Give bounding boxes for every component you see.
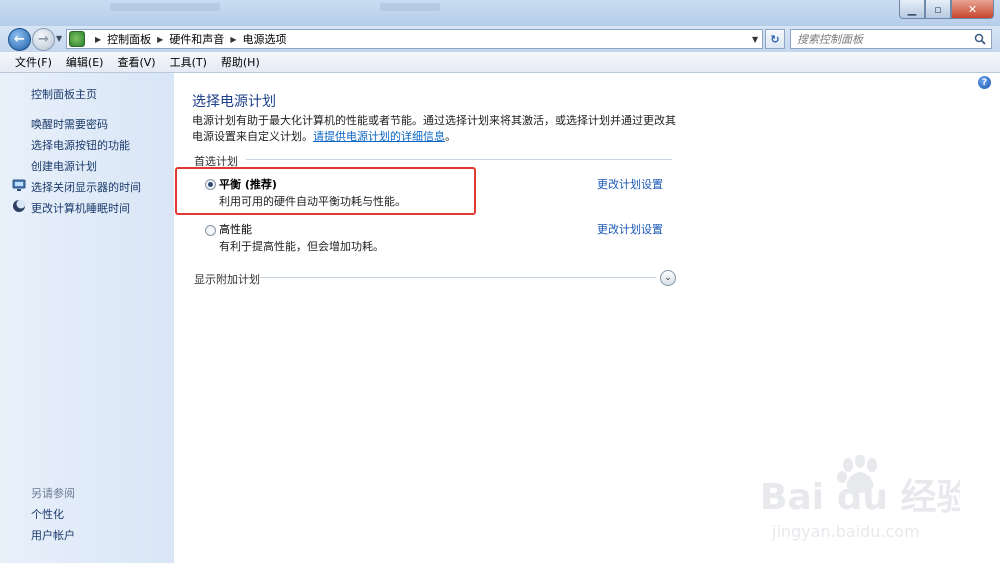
refresh-icon: ↻ [770,32,780,46]
search-icon[interactable] [974,33,986,45]
menu-view[interactable]: 查看(V) [110,54,162,70]
expand-additional-plans-button[interactable]: ⌄ [660,270,676,286]
menu-tools[interactable]: 工具(T) [163,54,214,70]
description-end: 。 [445,130,456,143]
sidebar-display-off[interactable]: 选择关闭显示器的时间 [31,179,141,195]
menu-file[interactable]: 文件(F) [8,54,59,70]
see-also-heading: 另请参阅 [31,487,75,500]
page-description: 电源计划有助于最大化计算机的性能或者节能。通过选择计划来将其激活，或选择计划并通… [192,113,682,145]
plan-high-performance-radio[interactable] [205,225,216,236]
forward-arrow-icon: → [38,32,49,47]
breadcrumb-hardware-sound[interactable]: 硬件和声音 [169,31,224,47]
menu-help[interactable]: 帮助(H) [214,54,267,70]
plan-high-performance-change-settings[interactable]: 更改计划设置 [597,221,663,237]
plan-details-link[interactable]: 请提供电源计划的详细信息 [313,130,445,143]
plan-balanced-change-settings[interactable]: 更改计划设置 [597,176,663,192]
title-bar: ▁ ▫ ✕ [0,0,1000,26]
forward-button[interactable]: → [32,28,55,51]
task-pane: 控制面板主页 唤醒时需要密码 选择电源按钮的功能 创建电源计划 选择关闭显示器的… [0,73,174,563]
refresh-button[interactable]: ↻ [765,29,785,49]
highlight-annotation [175,167,476,215]
address-row: ← → ▼ ▶ 控制面板 ▶ 硬件和声音 ▶ 电源选项 ▼ ↻ [0,26,1000,52]
help-icon[interactable]: ? [978,76,991,89]
breadcrumb-separator[interactable]: ▶ [95,35,101,44]
control-panel-icon [69,31,85,47]
moon-sleep-icon [13,199,26,212]
plan-high-performance-name[interactable]: 高性能 [219,221,252,237]
sidebar-create-plan[interactable]: 创建电源计划 [31,158,97,174]
breadcrumb-power-options[interactable]: 电源选项 [242,31,286,47]
breadcrumb-control-panel[interactable]: 控制面板 [107,31,151,47]
baidu-watermark-logo: Bai du 经验 jingyan.baidu.com [760,455,960,541]
recent-pages-dropdown[interactable]: ▼ [56,34,62,43]
chevron-down-icon: ⌄ [664,273,672,283]
watermark-url: jingyan.baidu.com [771,522,920,541]
monitor-icon [12,179,26,191]
sidebar-power-button[interactable]: 选择电源按钮的功能 [31,137,130,153]
background-ghost [110,3,220,11]
group-divider [260,277,656,278]
address-bar[interactable]: ▶ 控制面板 ▶ 硬件和声音 ▶ 电源选项 [66,29,763,49]
page-title: 选择电源计划 [192,94,276,110]
breadcrumb-separator[interactable]: ▶ [230,35,236,44]
menu-bar: 文件(F) 编辑(E) 查看(V) 工具(T) 帮助(H) [0,52,1000,73]
search-input[interactable] [797,32,967,46]
address-dropdown[interactable]: ▼ [752,35,758,44]
show-additional-plans-label[interactable]: 显示附加计划 [194,271,260,287]
search-box[interactable] [790,29,992,49]
back-button[interactable]: ← [8,28,31,51]
plan-high-performance-desc: 有利于提高性能，但会增加功耗。 [219,240,384,253]
breadcrumb-separator[interactable]: ▶ [157,35,163,44]
sidebar-user-accounts[interactable]: 用户帐户 [31,527,75,543]
window-controls: ▁ ▫ ✕ [899,0,994,19]
close-button[interactable]: ✕ [951,0,994,19]
sidebar-require-password[interactable]: 唤醒时需要密码 [31,116,108,132]
menu-edit[interactable]: 编辑(E) [59,54,111,70]
sidebar-personalization[interactable]: 个性化 [31,506,64,522]
maximize-button[interactable]: ▫ [925,0,951,19]
minimize-button[interactable]: ▁ [899,0,925,19]
group-divider [246,159,672,160]
watermark-brand: Bai du 经验 [760,477,960,518]
sidebar-sleep-time[interactable]: 更改计算机睡眠时间 [31,200,130,216]
back-arrow-icon: ← [14,32,25,47]
background-ghost [380,3,440,11]
sidebar-control-panel-home[interactable]: 控制面板主页 [31,86,97,102]
